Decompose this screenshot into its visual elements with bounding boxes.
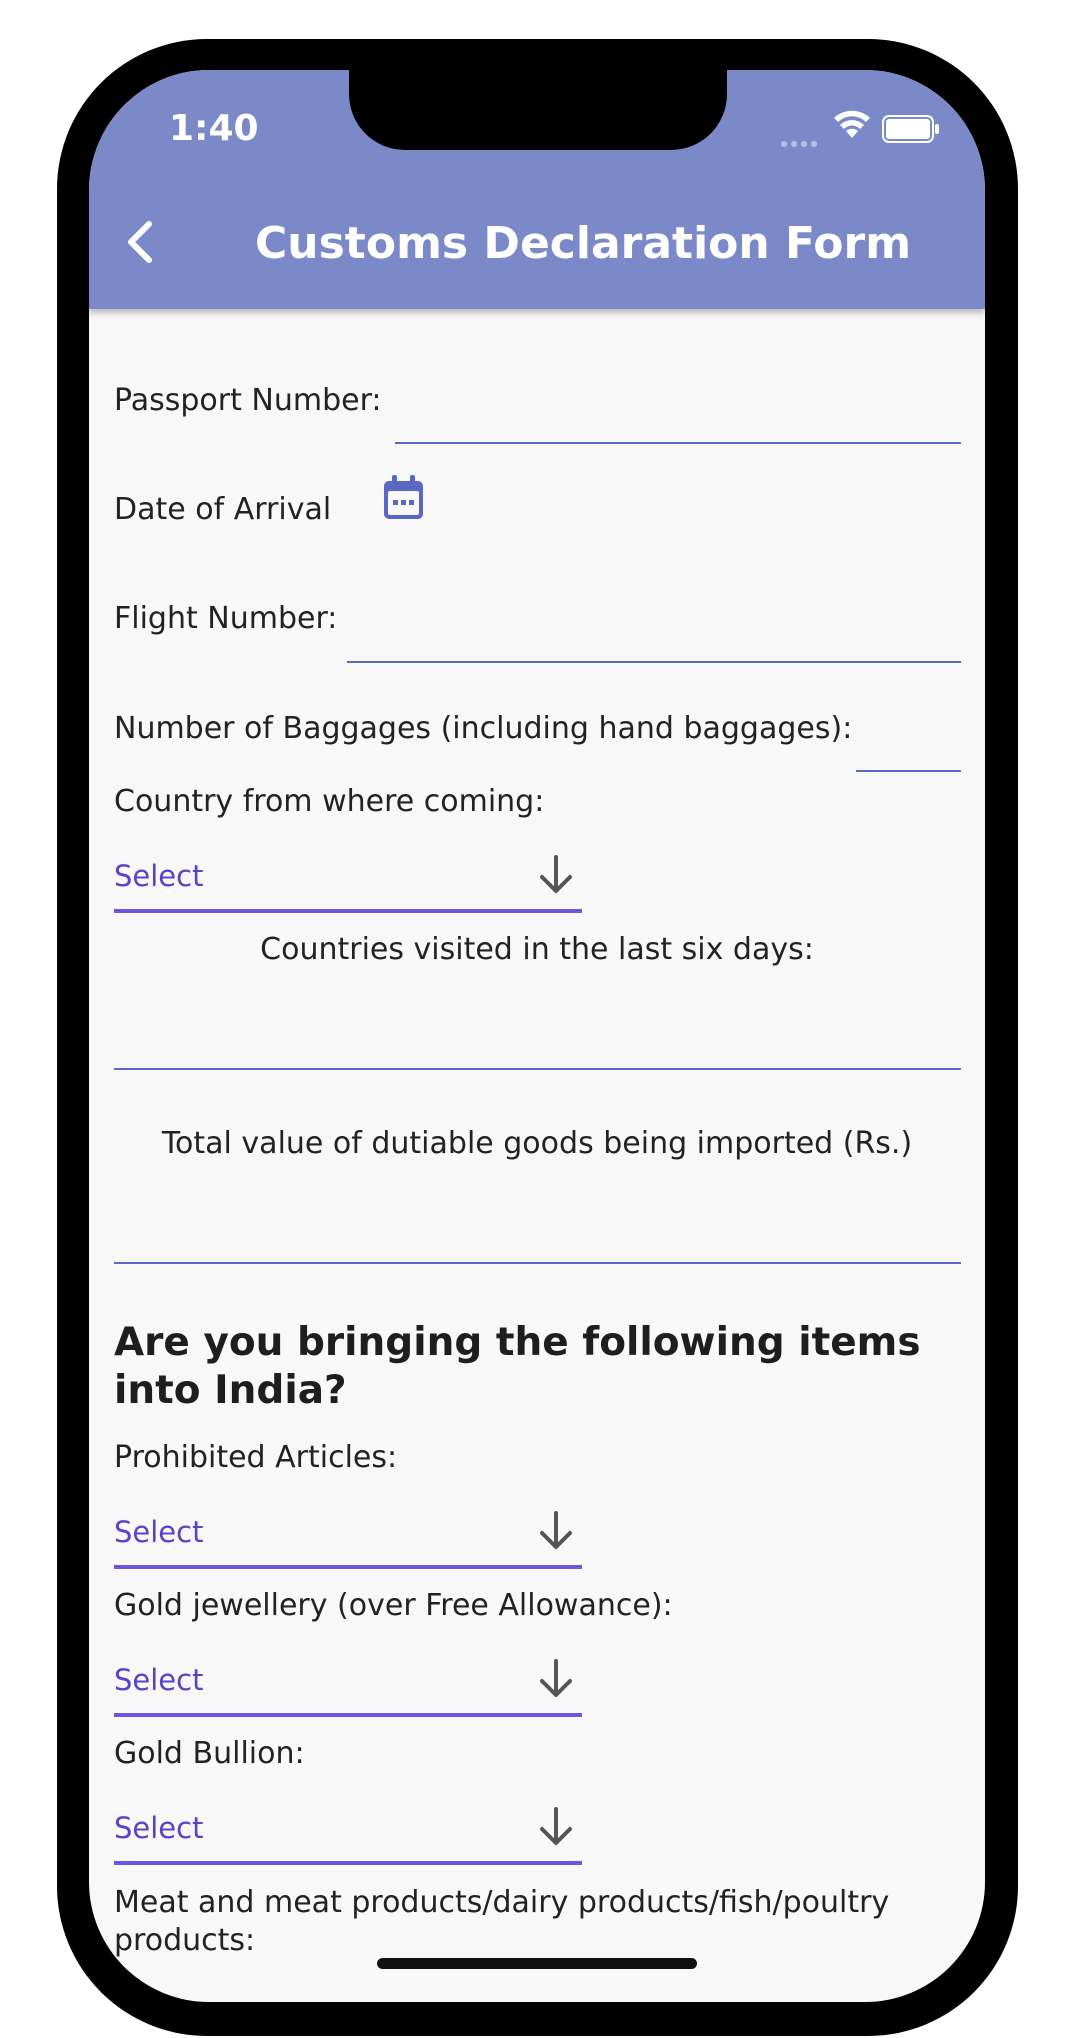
prohibited-select-value: Select: [114, 1515, 204, 1549]
gold-jewellery-dropdown[interactable]: Select: [114, 1659, 582, 1717]
passport-label: Passport Number:: [114, 383, 382, 418]
battery-icon: [882, 115, 939, 143]
form-content: Passport Number: Date of Arrival Flight …: [89, 309, 985, 2002]
calendar-icon[interactable]: [382, 475, 425, 521]
flight-number-label: Flight Number:: [114, 601, 338, 636]
country-select-value: Select: [114, 859, 204, 893]
dutiable-goods-label: Total value of dutiable goods being impo…: [161, 1126, 913, 1161]
gold-bullion-label: Gold Bullion:: [114, 1736, 305, 1771]
screen: 1:40 Customs Declaration Form Passport N…: [89, 70, 985, 2002]
notch: [349, 70, 727, 150]
back-button[interactable]: [117, 218, 165, 266]
arrow-down-icon: [540, 855, 572, 893]
dutiable-goods-input[interactable]: [114, 1262, 961, 1264]
page-title: Customs Declaration Form: [255, 218, 912, 269]
countries-visited-input[interactable]: [114, 1068, 961, 1070]
arrival-date-label: Date of Arrival: [114, 492, 332, 527]
baggages-label: Number of Baggages (including hand bagga…: [114, 711, 853, 746]
meat-products-label: Meat and meat products/dairy products/fi…: [114, 1885, 890, 1958]
signal-icon: [781, 132, 821, 147]
home-indicator[interactable]: [377, 1958, 697, 1969]
flight-number-input[interactable]: [347, 661, 961, 663]
country-dropdown[interactable]: Select: [114, 855, 582, 913]
arrow-down-icon: [540, 1807, 572, 1845]
country-label: Country from where coming:: [114, 784, 545, 819]
gold-bullion-dropdown[interactable]: Select: [114, 1807, 582, 1865]
items-heading: Are you bringing the following items int…: [114, 1320, 921, 1413]
gold-bullion-select-value: Select: [114, 1811, 204, 1845]
wifi-icon: [834, 110, 870, 138]
prohibited-dropdown[interactable]: Select: [114, 1511, 582, 1569]
arrow-down-icon: [540, 1511, 572, 1549]
arrow-down-icon: [540, 1659, 572, 1697]
baggages-input[interactable]: [856, 770, 961, 772]
gold-jewellery-label: Gold jewellery (over Free Allowance):: [114, 1588, 673, 1623]
gold-jewellery-select-value: Select: [114, 1663, 204, 1697]
countries-visited-label: Countries visited in the last six days:: [260, 932, 814, 967]
passport-input[interactable]: [395, 442, 961, 444]
status-time: 1:40: [169, 108, 259, 149]
prohibited-label: Prohibited Articles:: [114, 1440, 398, 1475]
